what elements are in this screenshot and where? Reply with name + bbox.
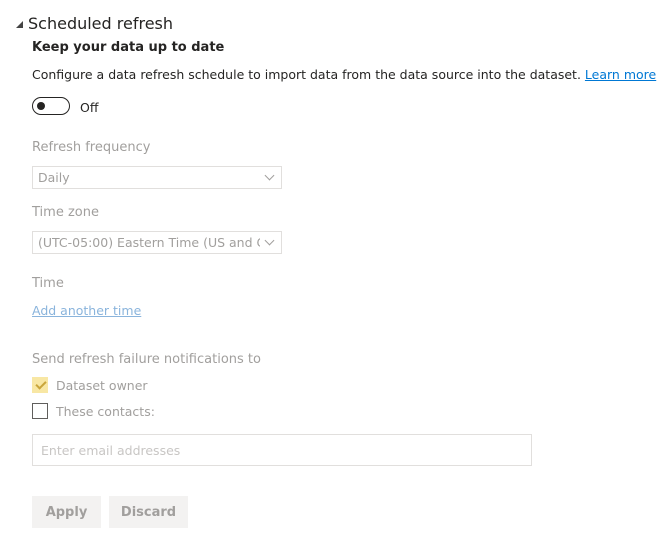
time-zone-select[interactable]: (UTC-05:00) Eastern Time (US and Canada) (32, 231, 282, 254)
email-addresses-input[interactable] (32, 434, 532, 466)
notifications-label: Send refresh failure notifications to (32, 352, 261, 367)
these-contacts-option[interactable]: These contacts: (32, 403, 155, 419)
dataset-owner-option[interactable]: Dataset owner (32, 377, 148, 393)
toggle-knob (37, 102, 45, 110)
apply-button[interactable]: Apply (32, 496, 101, 528)
scheduled-refresh-header[interactable]: Scheduled refresh (16, 12, 173, 34)
collapse-arrow-icon[interactable] (16, 20, 23, 28)
add-another-time-link[interactable]: Add another time (32, 303, 141, 318)
time-label: Time (32, 276, 64, 291)
dataset-owner-label: Dataset owner (56, 377, 148, 393)
section-subtitle: Keep your data up to date (32, 40, 225, 55)
chevron-down-icon (264, 235, 275, 246)
refresh-frequency-label: Refresh frequency (32, 140, 151, 155)
learn-more-link[interactable]: Learn more (585, 67, 656, 82)
toggle-state-label: Off (80, 100, 99, 115)
refresh-frequency-select[interactable]: Daily (32, 166, 282, 189)
description-text: Configure a data refresh schedule to imp… (32, 67, 656, 82)
description-body: Configure a data refresh schedule to imp… (32, 67, 581, 82)
discard-button[interactable]: Discard (109, 496, 188, 528)
time-zone-value: (UTC-05:00) Eastern Time (US and Canada) (38, 235, 260, 250)
these-contacts-label: These contacts: (56, 403, 155, 419)
section-title: Scheduled refresh (28, 13, 174, 33)
time-zone-label: Time zone (32, 205, 99, 220)
scheduled-refresh-toggle[interactable] (32, 97, 70, 115)
these-contacts-checkbox[interactable] (32, 403, 48, 419)
chevron-down-icon (264, 170, 275, 181)
refresh-frequency-value: Daily (38, 170, 70, 185)
dataset-owner-checkbox[interactable] (32, 377, 48, 393)
